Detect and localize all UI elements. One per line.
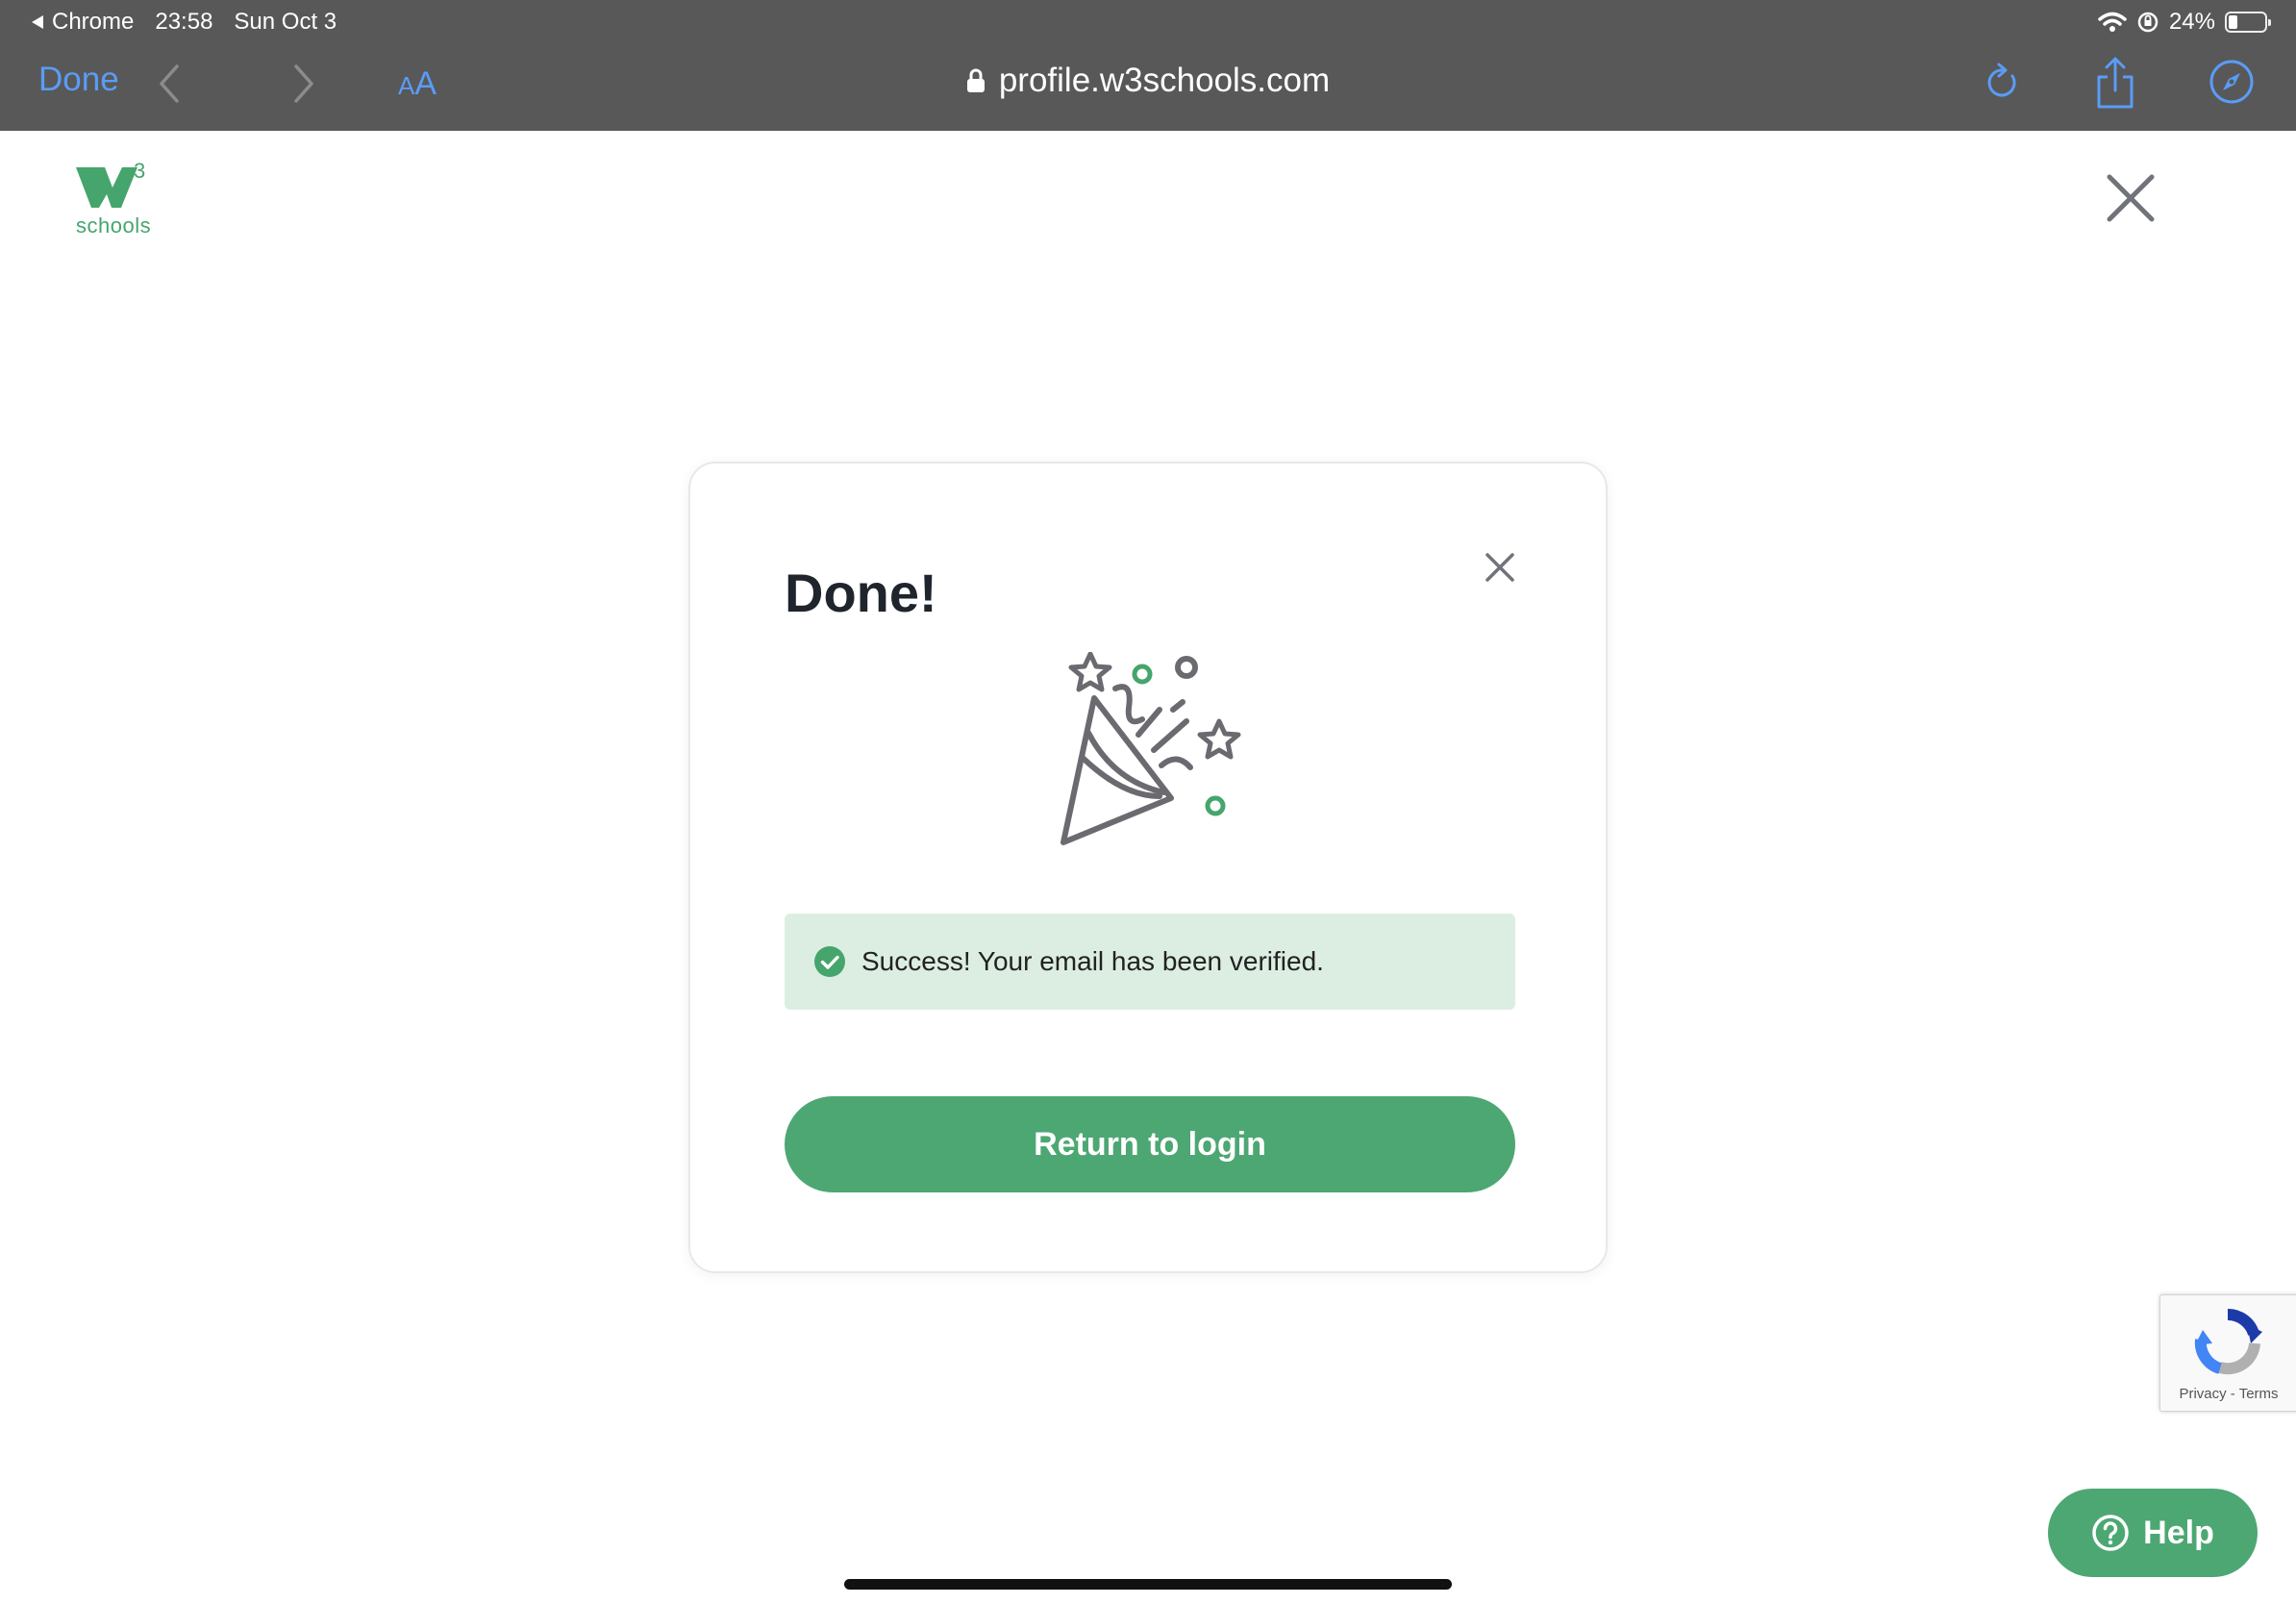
party-popper-icon	[1061, 652, 1241, 845]
address-bar[interactable]: profile.w3schools.com	[0, 62, 2296, 100]
orientation-lock-icon	[2137, 12, 2159, 33]
share-icon[interactable]	[2094, 56, 2136, 110]
recaptcha-privacy-link[interactable]: Privacy	[2179, 1386, 2226, 1402]
dialog-close-icon[interactable]	[1485, 552, 1515, 583]
help-button[interactable]: Help	[2048, 1489, 2258, 1577]
logo-superscript: 3	[134, 159, 145, 183]
back-to-app[interactable]: Chrome	[31, 9, 134, 36]
recaptcha-terms-link[interactable]: Terms	[2239, 1386, 2279, 1402]
success-alert: Success! Your email has been verified.	[785, 914, 1515, 1010]
url-text: profile.w3schools.com	[998, 62, 1331, 99]
help-label: Help	[2143, 1514, 2214, 1551]
reload-icon[interactable]	[1983, 62, 2021, 104]
w3-logo-mark: 3	[76, 159, 145, 208]
home-indicator[interactable]	[844, 1579, 1452, 1590]
compass-icon[interactable]	[2208, 58, 2256, 106]
return-to-login-button[interactable]: Return to login	[785, 1096, 1515, 1192]
question-circle-icon	[2092, 1515, 2129, 1551]
check-circle-icon	[814, 946, 845, 977]
recaptcha-links: Privacy - Terms	[2160, 1386, 2296, 1402]
wifi-icon	[2098, 12, 2127, 32]
logo-wordmark: schools	[76, 213, 152, 238]
battery-percent: 24%	[2168, 9, 2215, 35]
dialog-title: Done!	[785, 563, 937, 623]
recaptcha-separator: -	[2230, 1386, 2235, 1402]
back-app-label: Chrome	[52, 9, 135, 35]
recaptcha-badge[interactable]: Privacy - Terms	[2159, 1294, 2296, 1412]
browser-toolbar: Done AA profile.w3schools.com	[0, 44, 2296, 131]
w3schools-logo[interactable]: 3 schools	[73, 158, 154, 238]
battery-fill	[2229, 15, 2237, 29]
browser-chrome: Chrome 23:58 Sun Oct 3 24% Done AA profi…	[0, 0, 2296, 131]
battery-icon	[2225, 12, 2271, 33]
lock-icon	[966, 68, 985, 92]
status-bar: Chrome 23:58 Sun Oct 3 24%	[0, 0, 2296, 44]
verification-dialog: Done! Success! Your email has been verif…	[688, 462, 1608, 1273]
success-message: Success! Your email has been verified.	[861, 946, 1324, 976]
recaptcha-logo-icon	[2194, 1308, 2262, 1375]
status-time: 23:58	[155, 9, 213, 35]
close-icon[interactable]	[2106, 173, 2156, 223]
back-triangle-icon	[32, 15, 43, 29]
status-date: Sun Oct 3	[234, 9, 337, 35]
